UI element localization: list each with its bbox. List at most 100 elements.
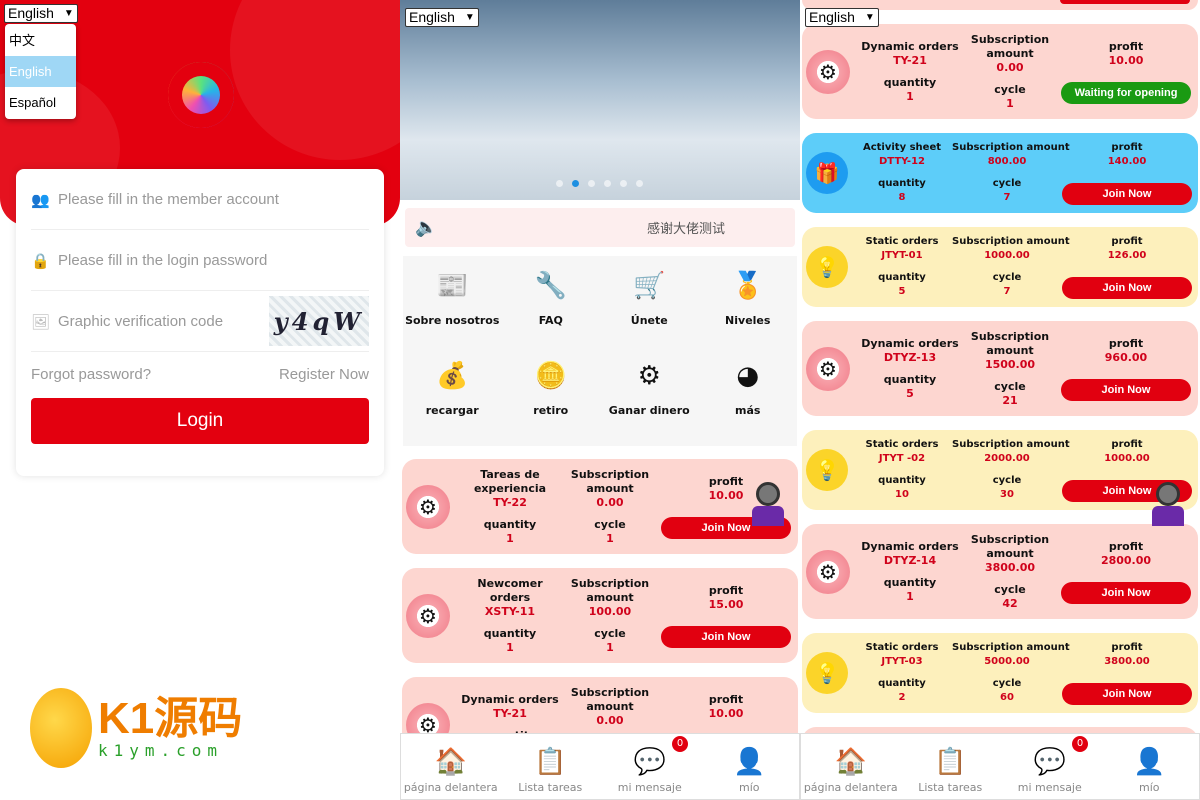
nav-user[interactable]: 👤 mío [1100, 734, 1200, 799]
language-option-zh[interactable]: 中文 [5, 25, 76, 56]
language-value: English [8, 5, 54, 21]
nav-task-list[interactable]: 📋 Lista tareas [901, 734, 1001, 799]
feature-label: más [735, 404, 761, 417]
bottom-nav: 🏠 página delantera 📋 Lista tareas 💬 mi mensaj… [800, 733, 1200, 800]
order-title-group: Dynamic orders DTYZ-14 [860, 540, 960, 568]
feature-faq[interactable]: 🔧 FAQ [502, 266, 601, 356]
profit-group: profit 960.00 [1105, 337, 1147, 365]
amount-value: 0.00 [596, 495, 624, 509]
customer-service-icon[interactable] [1150, 482, 1186, 528]
nav-message[interactable]: 💬 mi mensaje 0 [1000, 734, 1100, 799]
cycle-value: 1 [1006, 96, 1014, 110]
quantity-group: quantity 5 [860, 373, 960, 401]
language-option-en[interactable]: English [5, 56, 76, 87]
carousel-dot[interactable] [604, 180, 611, 187]
carousel-dot[interactable] [588, 180, 595, 187]
cycle-group: cycle1 [560, 518, 660, 546]
amount-value: 2000.00 [984, 453, 1030, 464]
newspaper-icon: 📰 [436, 271, 469, 301]
feature-niveles[interactable]: 🏅 Niveles [699, 266, 798, 356]
order-title: Dynamic orders [861, 39, 959, 53]
order-info: Tareas de experiencia TY-22 quantity 1 [460, 468, 560, 546]
speaker-icon: 🔈 [415, 217, 438, 238]
feature-sobre-nosotros[interactable]: 📰 Sobre nosotros [403, 266, 502, 356]
order-card: 💡 Static orders JTYT-03 quantity 2 Subscripti… [802, 633, 1198, 713]
feature-label: Niveles [725, 314, 771, 327]
profit-label: profit [1108, 336, 1144, 350]
feature-más[interactable]: ◕ más [699, 356, 798, 446]
captcha-field[interactable]: 🖼 Graphic verification code y4qW [31, 291, 369, 352]
join-now-button[interactable]: Join Now [1062, 277, 1192, 299]
quantity-value: 10 [895, 489, 909, 500]
join-now-button[interactable]: Join Now [1062, 183, 1192, 205]
carousel-dot[interactable] [556, 180, 563, 187]
feature-retiro[interactable]: 🪙 retiro [502, 356, 601, 446]
chevron-down-icon: ▼ [464, 12, 475, 23]
register-link[interactable]: Register Now [279, 366, 369, 383]
order-amount: Subscription amount 100.00 cycle 1 [560, 577, 660, 655]
order-info: Dynamic orders DTYZ-13 quantity 5 [860, 337, 960, 401]
order-profit: profit 140.00 Join Now [1062, 141, 1192, 205]
join-now-button[interactable]: Join Now [1061, 581, 1191, 604]
language-value: English [409, 9, 455, 25]
profit-label: profit [1111, 236, 1143, 247]
cycle-group: cycle 60 [952, 677, 1062, 705]
profit-group: profit 10.00 [709, 693, 744, 721]
customer-service-icon[interactable] [750, 482, 786, 528]
amount-label: Subscription amount [570, 685, 650, 713]
nav-message[interactable]: 💬 mi mensaje 0 [600, 734, 700, 799]
cycle-label: cycle [992, 678, 1022, 689]
password-field[interactable]: 🔒 Please fill in the login password [31, 230, 369, 291]
nav-task-list[interactable]: 📋 Lista tareas [501, 734, 601, 799]
amount-group: Subscription amount 2000.00 [952, 438, 1070, 466]
language-select[interactable]: English ▼ [405, 8, 479, 27]
profit-value: 1000.00 [1104, 453, 1150, 464]
profit-group: profit 140.00 [1108, 141, 1147, 169]
feature-label: retiro [533, 404, 569, 417]
order-info: Static orders JTYT-03 quantity 2 [852, 641, 952, 705]
amount-value: 800.00 [987, 156, 1027, 167]
carousel-dots [556, 180, 643, 187]
profit-value: 126.00 [1107, 250, 1147, 261]
amount-value: 1500.00 [984, 357, 1036, 371]
order-code: XSTY-11 [484, 604, 536, 618]
carousel-dot[interactable] [636, 180, 643, 187]
unread-badge: 0 [672, 736, 688, 752]
nav-home[interactable]: 🏠 página delantera [801, 734, 901, 799]
user-icon: 👤 [733, 747, 766, 777]
join-now-button[interactable]: Join Now [1061, 378, 1191, 401]
language-option-es[interactable]: Español [5, 87, 76, 118]
nav-label: página delantera [403, 781, 498, 794]
task-list-icon: 📋 [934, 747, 967, 777]
language-select[interactable]: English ▼ [805, 8, 879, 27]
carousel-dot[interactable] [620, 180, 627, 187]
join-now-button[interactable]: Join Now [1062, 683, 1192, 705]
nav-user[interactable]: 👤 mío [700, 734, 800, 799]
join-now-button[interactable]: Join Now [661, 625, 791, 648]
quantity-group: quantity1 [460, 518, 560, 546]
feature-únete[interactable]: 🛒 Únete [600, 266, 699, 356]
amount-label: Subscription amount [952, 642, 1070, 653]
language-select[interactable]: English ▼ [4, 4, 78, 23]
waiting-button[interactable]: Waiting for opening [1061, 81, 1191, 104]
quantity-label: quantity [883, 372, 937, 386]
order-amount: Subscription amount 1500.00 cycle 21 [960, 330, 1060, 408]
cycle-label: cycle [992, 475, 1022, 486]
nav-home[interactable]: 🏠 página delantera [401, 734, 501, 799]
carousel-dot[interactable] [572, 180, 579, 187]
pie-icon: ◕ [736, 361, 760, 391]
order-code: TY-21 [493, 706, 527, 720]
profit-label: profit [708, 474, 744, 488]
order-title-group: Static orders JTYT-03 [852, 641, 952, 669]
feature-recargar[interactable]: 💰 recargar [403, 356, 502, 446]
forgot-password-link[interactable]: Forgot password? [31, 366, 151, 383]
captcha-image[interactable]: y4qW [269, 296, 369, 346]
cycle-group: cycle 30 [952, 474, 1062, 502]
login-button[interactable]: Login [31, 398, 369, 444]
order-info: Static orders JTYT -02 quantity 10 [852, 438, 952, 502]
nav-label: mi mensaje [617, 781, 682, 794]
banner-carousel[interactable] [400, 0, 800, 200]
account-field[interactable]: 👥 Please fill in the member account [31, 169, 369, 230]
feature-ganar-dinero[interactable]: ⚙ Ganar dinero [600, 356, 699, 446]
message-icon: 💬 [1033, 747, 1066, 777]
